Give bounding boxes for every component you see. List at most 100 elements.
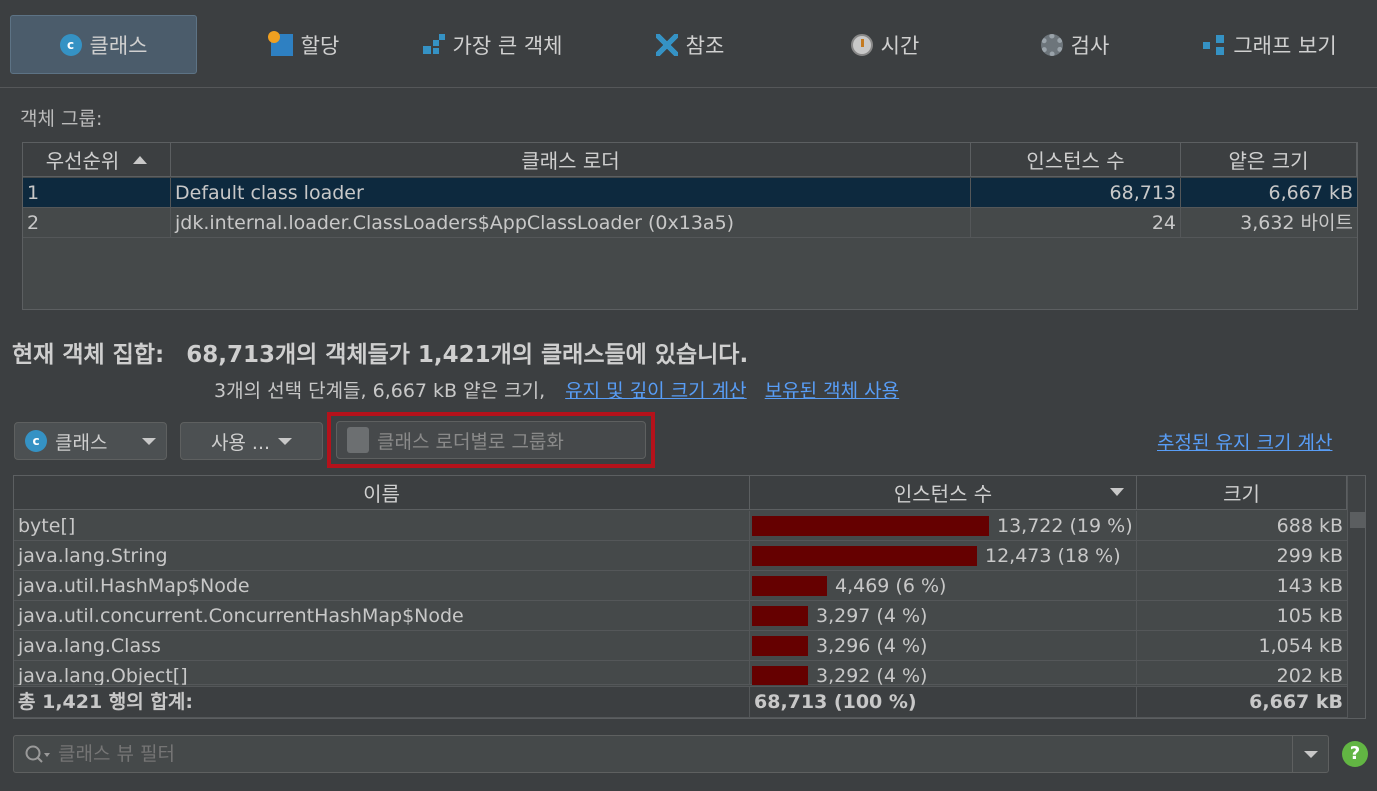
totals-row: 총 1,421 행의 합계: 68,713 (100 %) 6,667 kB — [14, 686, 1347, 718]
size-cell: 202 kB — [1276, 665, 1343, 685]
tab-time[interactable]: 시간 — [815, 15, 955, 74]
table-row[interactable]: java.util.concurrent.ConcurrentHashMap$N… — [14, 601, 1347, 631]
class-name-cell: java.util.concurrent.ConcurrentHashMap$N… — [14, 601, 750, 631]
tab-label: 그래프 보기 — [1233, 33, 1337, 58]
instance-share-bar — [752, 576, 827, 596]
gear-icon — [1040, 33, 1063, 56]
instance-count-cell: 24 — [971, 208, 1181, 238]
shallow-size-cell: 6,667 kB — [1268, 182, 1353, 204]
group-by-class-loader-button[interactable]: 클래스 로더별로 그룹화 — [336, 421, 646, 459]
scrollbar-thumb[interactable] — [1350, 512, 1365, 528]
sort-ascending-icon — [133, 155, 148, 164]
instance-count-cell: 4,469 (6 %) — [750, 571, 1137, 601]
instance-share-bar — [752, 606, 808, 626]
table-row[interactable]: java.util.HashMap$Node 4,469 (6 %) 143 k… — [14, 571, 1347, 601]
summary-text: 68,713개의 객체들가 1,421개의 클래스들에 있습니다. — [186, 342, 749, 368]
sort-descending-icon — [1110, 488, 1124, 496]
table-row[interactable]: 2 jdk.internal.loader.ClassLoaders$AppCl… — [23, 208, 1357, 238]
time-icon — [850, 33, 873, 56]
column-header-shallow-size[interactable]: 얕은 크기 — [1181, 143, 1357, 177]
instance-count-cell: 68,713 — [971, 178, 1181, 208]
column-header-priority[interactable]: 우선순위 — [23, 143, 171, 177]
table-row[interactable]: java.lang.Class 3,296 (4 %) 1,054 kB — [14, 631, 1347, 661]
summary-detail: 3개의 선택 단계들, 6,667 kB 얕은 크기, — [214, 380, 546, 402]
group-button-label: 클래스 로더별로 그룹화 — [377, 430, 564, 453]
graph-icon — [1203, 33, 1226, 56]
instance-share-bar — [752, 666, 808, 685]
instance-count-label: 4,469 (6 %) — [835, 575, 947, 597]
filter-input[interactable] — [58, 739, 1288, 769]
use-dropdown-button[interactable]: 사용 ... — [180, 422, 323, 460]
size-cell: 299 kB — [1276, 545, 1343, 567]
class-name-cell: java.lang.String — [14, 541, 750, 571]
priority-cell: 2 — [23, 208, 171, 238]
instance-count-cell: 3,297 (4 %) — [750, 601, 1137, 631]
class-view-filter[interactable] — [13, 735, 1329, 773]
size-cell: 105 kB — [1276, 605, 1343, 627]
object-groups-label: 객체 그룹: — [20, 108, 103, 130]
calculate-estimated-retained-sizes-link[interactable]: 추정된 유지 크기 계산 — [1157, 428, 1332, 455]
view-select-label: 클래스 — [55, 431, 108, 454]
totals-label: 총 1,421 행의 합계: — [14, 687, 750, 717]
column-header-size[interactable]: 크기 — [1137, 476, 1347, 510]
chevron-down-icon — [278, 437, 293, 445]
table-row[interactable]: byte[] 13,722 (19 %) 688 kB — [14, 511, 1347, 541]
tab-inspections[interactable]: 검사 — [1005, 15, 1145, 74]
instance-share-bar — [752, 516, 989, 536]
instance-count-label: 13,722 (19 %) — [997, 515, 1133, 537]
column-header-instance-count[interactable]: 인스턴스 수 — [971, 143, 1181, 177]
chevron-down-icon — [142, 437, 156, 445]
column-header-name[interactable]: 이름 — [14, 476, 750, 510]
use-button-label: 사용 ... — [210, 431, 271, 454]
current-object-set-title: 현재 객체 집합: 68,713개의 객체들가 1,421개의 클래스들에 있습… — [12, 335, 748, 369]
priority-cell: 1 — [23, 178, 171, 208]
class-loader-cell: Default class loader — [171, 178, 971, 208]
tab-classes[interactable]: c 클래스 — [10, 15, 197, 74]
class-icon: c — [25, 430, 47, 452]
summary-detail-line: 3개의 선택 단계들, 6,667 kB 얕은 크기, 유지 및 깊이 크기 계… — [214, 376, 899, 403]
vertical-scrollbar[interactable] — [1347, 476, 1365, 718]
chevron-down-icon — [1303, 750, 1318, 758]
view-select[interactable]: c 클래스 — [14, 422, 167, 460]
calculate-retained-sizes-link[interactable]: 유지 및 깊이 크기 계산 — [565, 380, 746, 402]
tab-label: 시간 — [880, 33, 920, 58]
tab-allocations[interactable]: 할당 — [230, 15, 380, 74]
class-loader-group-icon — [347, 427, 369, 453]
column-header-class-loader[interactable]: 클래스 로더 — [171, 143, 971, 177]
instance-count-label: 12,473 (18 %) — [985, 545, 1121, 567]
instance-count-label: 3,297 (4 %) — [816, 605, 928, 627]
allocation-icon — [267, 30, 293, 56]
filter-history-dropdown[interactable] — [1292, 736, 1328, 772]
instance-share-bar — [752, 546, 977, 566]
totals-size: 6,667 kB — [1249, 691, 1343, 713]
class-table: 이름 인스턴스 수 크기 byte[] 13,722 (19 %) 688 kB… — [13, 475, 1366, 719]
references-icon — [655, 33, 678, 56]
size-cell: 1,054 kB — [1258, 635, 1343, 657]
class-name-cell: java.lang.Object[] — [14, 661, 750, 685]
tab-graph[interactable]: 그래프 보기 — [1185, 15, 1355, 74]
tab-label: 검사 — [1070, 33, 1110, 58]
help-icon[interactable]: ? — [1342, 741, 1368, 767]
tab-label: 참조 — [685, 33, 725, 58]
instance-count-label: 3,296 (4 %) — [816, 635, 928, 657]
instance-share-bar — [752, 636, 808, 656]
class-name-cell: byte[] — [14, 511, 750, 541]
size-cell: 143 kB — [1276, 575, 1343, 597]
column-header-instance-count[interactable]: 인스턴스 수 — [750, 476, 1137, 510]
class-name-cell: java.util.HashMap$Node — [14, 571, 750, 601]
tab-biggest-objects[interactable]: 가장 큰 객체 — [405, 15, 580, 74]
instance-count-cell: 13,722 (19 %) — [750, 511, 1137, 541]
shallow-size-cell: 3,632 바이트 — [1240, 212, 1353, 234]
instance-count-label: 3,292 (4 %) — [816, 665, 928, 685]
table-row[interactable]: java.lang.Object[] 3,292 (4 %) 202 kB — [14, 661, 1347, 685]
class-name-cell: java.lang.Class — [14, 631, 750, 661]
class-icon: c — [59, 33, 82, 56]
instance-count-cell: 3,296 (4 %) — [750, 631, 1137, 661]
use-retained-objects-link[interactable]: 보유된 객체 사용 — [765, 380, 899, 402]
biggest-objects-icon — [422, 33, 445, 56]
table-row[interactable]: 1 Default class loader 68,713 6,667 kB — [23, 178, 1357, 208]
table-row[interactable]: java.lang.String 12,473 (18 %) 299 kB — [14, 541, 1347, 571]
totals-instances: 68,713 (100 %) — [750, 687, 1137, 717]
instance-count-cell: 12,473 (18 %) — [750, 541, 1137, 571]
tab-references[interactable]: 참조 — [620, 15, 760, 74]
